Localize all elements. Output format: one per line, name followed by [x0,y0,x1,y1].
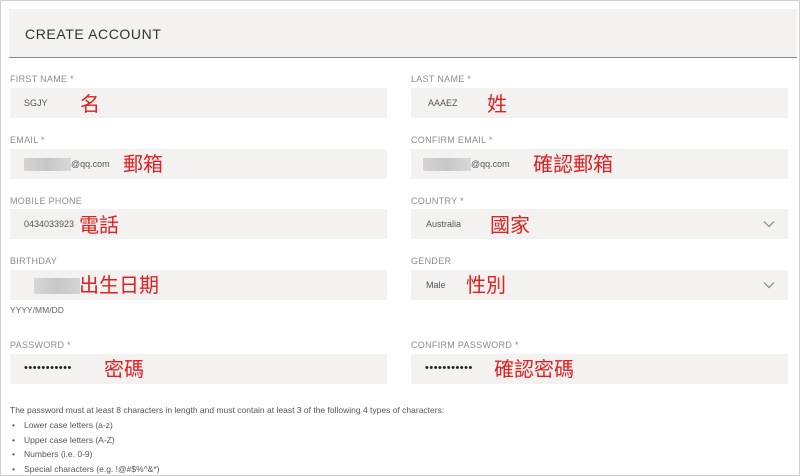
confirm-email-redacted-block [423,158,471,171]
gender-annotation: 性別 [466,273,506,297]
birthday-redacted-block [34,278,80,294]
list-item: Numbers (i.e. 0-9) [12,447,159,462]
confirm-password-annotation: 確認密碼 [494,357,574,381]
country-annotation: 國家 [490,213,530,237]
gender-label: GENDER [411,256,452,266]
password-field[interactable]: ••••••••••• [10,354,387,384]
birthday-annotation: 出生日期 [79,273,159,297]
first-name-label: FIRST NAME * [10,74,74,84]
mobile-phone-label: MOBILE PHONE [10,196,83,206]
confirm-email-annotation: 確認郵箱 [533,152,613,176]
birthday-label: BIRTHDAY [10,256,58,266]
mobile-phone-field[interactable]: 0434033923 [10,209,387,239]
first-name-value: SGJY [24,98,48,108]
password-annotation: 密碼 [104,357,144,381]
list-item: Upper case letters (A-Z) [12,433,159,448]
chevron-down-icon[interactable] [762,278,776,292]
chevron-down-icon[interactable] [762,217,776,231]
country-label: COUNTRY * [411,196,464,206]
password-rules-list: Lower case letters (a-z) Upper case lett… [12,418,159,476]
page-title: CREATE ACCOUNT [25,26,162,42]
first-name-field[interactable]: SGJY [10,88,387,118]
country-value: Australia [426,219,462,229]
confirm-password-field[interactable]: ••••••••••• [411,354,788,384]
list-item: Special characters (e.g. !@#$%^&*) [12,462,159,476]
last-name-annotation: 姓 [487,92,507,116]
mobile-phone-annotation: 電話 [79,213,119,237]
mobile-phone-value: 0434033923 [24,219,75,229]
email-redacted-block [24,158,71,171]
birthday-format-hint: YYYY/MM/DD [10,305,64,315]
email-field[interactable]: @qq.com [10,149,387,179]
birthday-field[interactable] [10,270,387,300]
list-item: Lower case letters (a-z) [12,418,159,433]
last-name-value: AAAEZ [428,98,458,108]
password-rules-intro: The password must at least 8 characters … [10,405,445,415]
first-name-annotation: 名 [80,92,100,116]
form-header: CREATE ACCOUNT [9,9,797,58]
confirm-password-masked-value: ••••••••••• [425,362,473,374]
last-name-field[interactable]: AAAEZ [411,88,788,118]
email-value-suffix: @qq.com [71,159,110,169]
last-name-label: LAST NAME * [411,74,472,84]
email-annotation: 郵箱 [123,152,163,176]
password-label: PASSWORD * [10,340,71,350]
confirm-email-label: CONFIRM EMAIL * [411,135,493,145]
country-select[interactable]: Australia [411,209,788,239]
confirm-password-label: CONFIRM PASSWORD * [411,340,519,350]
email-label: EMAIL * [10,135,45,145]
confirm-email-value-suffix: @qq.com [471,159,510,169]
gender-value: Male [426,280,446,290]
password-masked-value: ••••••••••• [24,362,72,374]
